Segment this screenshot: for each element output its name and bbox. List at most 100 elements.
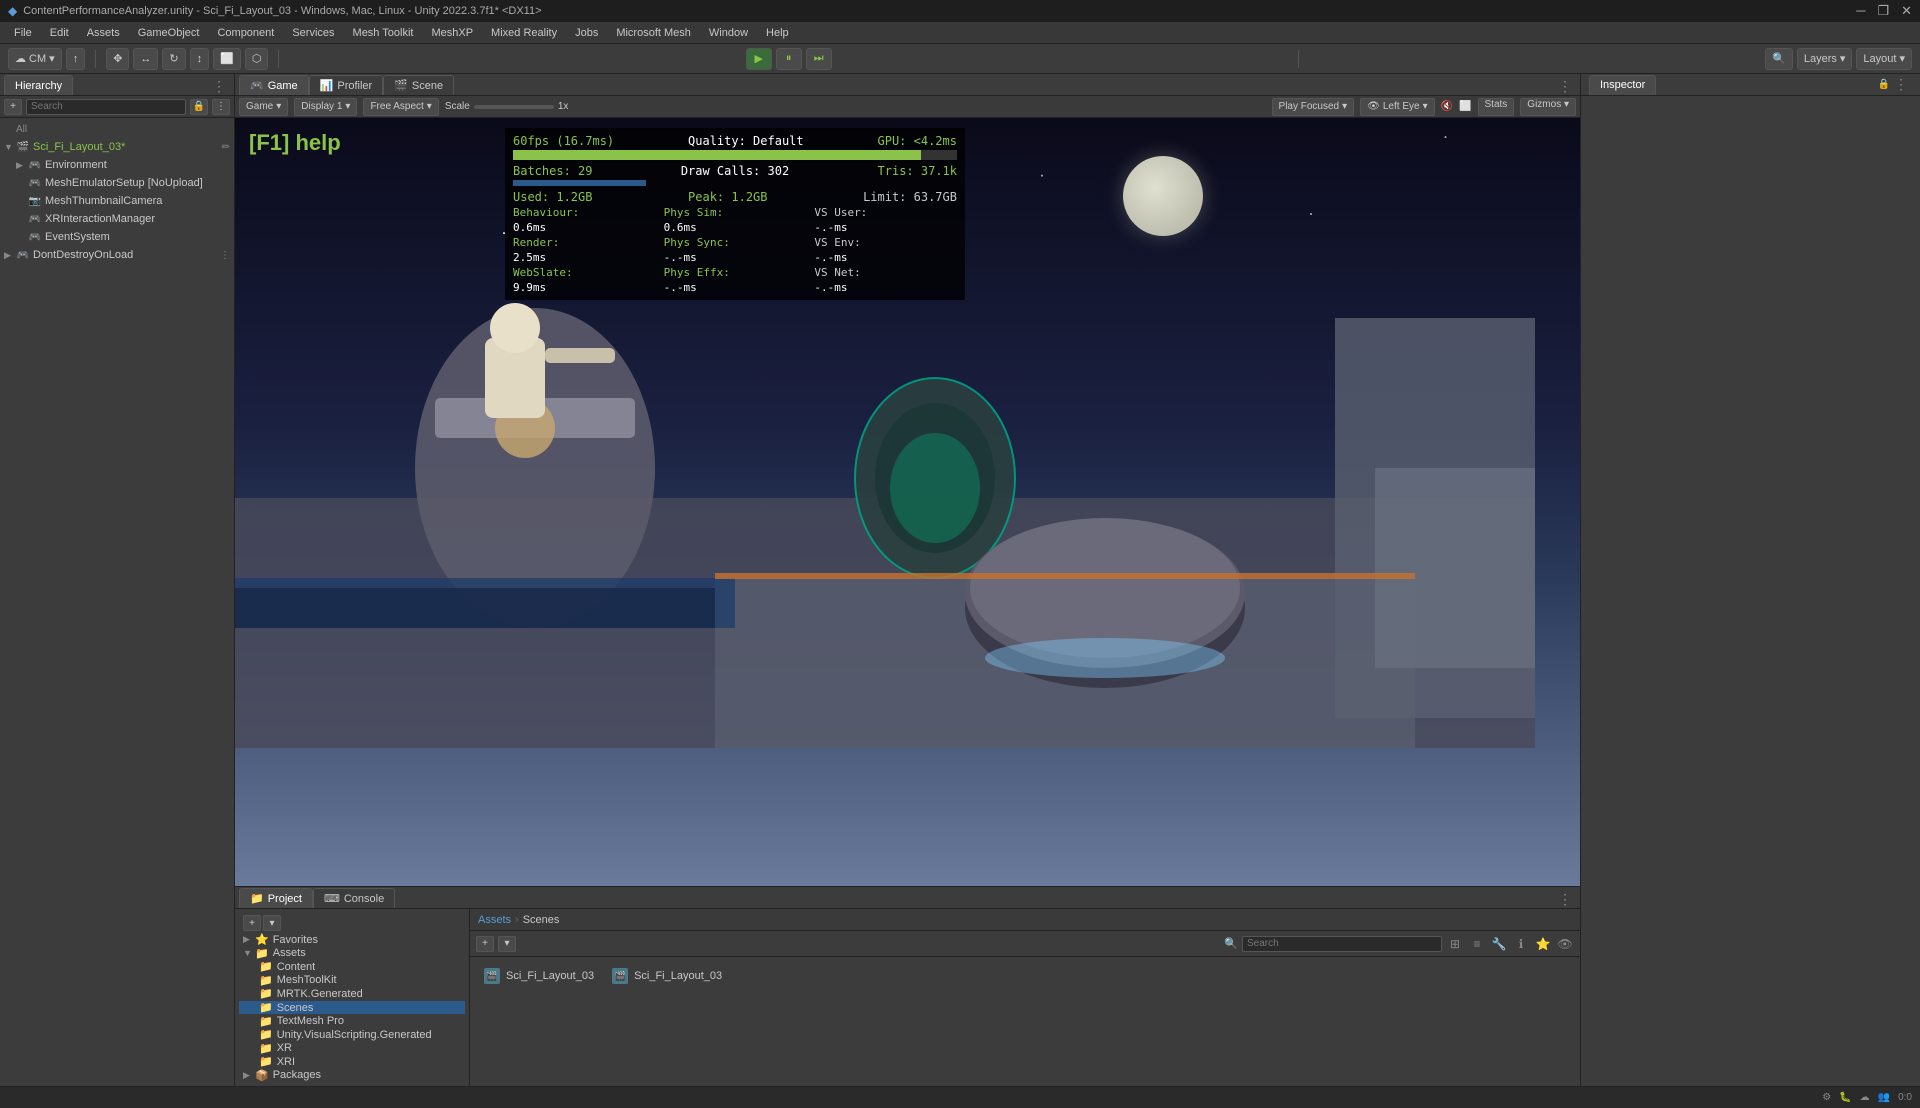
menu-mesh-toolkit[interactable]: Mesh Toolkit (345, 25, 422, 41)
menu-services[interactable]: Services (284, 25, 342, 41)
inspector-more-btn[interactable]: ⋮ (1890, 76, 1912, 93)
folder-mrtk[interactable]: 📁 MRTK.Generated (239, 987, 465, 1001)
asset-item-2[interactable]: 🎬 Sci_Fi_Layout_03 (606, 965, 728, 987)
close-button[interactable]: ✕ (1901, 3, 1912, 19)
tab-inspector[interactable]: Inspector (1589, 75, 1656, 95)
tab-scene[interactable]: 🎬 Scene (383, 75, 454, 95)
menu-meshxp[interactable]: MeshXP (423, 25, 481, 41)
asset-icon-btn-4[interactable]: ℹ (1512, 935, 1530, 953)
menu-gameobject[interactable]: GameObject (130, 25, 208, 41)
menu-jobs[interactable]: Jobs (567, 25, 606, 41)
tree-item-dontdestroy[interactable]: ▶ 🎮 DontDestroyOnLoad ⋮ (0, 246, 234, 264)
folder-packages[interactable]: ▶ 📦 Packages (239, 1068, 465, 1082)
collab-btn[interactable]: ↑ (66, 48, 86, 70)
stats-batches: Batches: 29 (513, 164, 592, 178)
tab-project[interactable]: 📁 Project (239, 888, 313, 908)
move-tool[interactable]: ↔ (133, 48, 158, 70)
rotate-tool[interactable]: ↻ (162, 48, 185, 70)
tab-profiler[interactable]: 📊 Profiler (309, 75, 384, 95)
menu-help[interactable]: Help (758, 25, 797, 41)
asset-options-btn[interactable]: ▾ (498, 936, 516, 952)
folder-xri[interactable]: 📁 XRI (239, 1055, 465, 1069)
asset-item-1[interactable]: 🎬 Sci_Fi_Layout_03 (478, 965, 600, 987)
minimize-button[interactable]: ─ (1856, 3, 1865, 19)
folder-scenes[interactable]: 📁 Scenes (239, 1001, 465, 1015)
asset-search[interactable] (1242, 936, 1442, 952)
stats-tris: Tris: 37.1k (878, 164, 957, 178)
folder-assets[interactable]: ▼ 📁 Assets (239, 947, 465, 961)
folder-textmesh[interactable]: 📁 TextMesh Pro (239, 1014, 465, 1028)
tree-item-all[interactable]: All (0, 120, 234, 138)
left-eye-dropdown[interactable]: 👁 Left Eye ▾ (1360, 98, 1434, 116)
menu-window[interactable]: Window (701, 25, 756, 41)
scene-pencil-icon: ✏ (222, 142, 230, 153)
menu-mixed-reality[interactable]: Mixed Reality (483, 25, 565, 41)
maximize-button[interactable]: ❐ (1877, 3, 1889, 19)
tree-item-scene[interactable]: ▼ 🎬 Sci_Fi_Layout_03* ✏ (0, 138, 234, 156)
aspect-dropdown[interactable]: Free Aspect ▾ (363, 98, 438, 116)
layout-dropdown[interactable]: Layout ▾ (1856, 48, 1912, 70)
rect-tool[interactable]: ⬜ (213, 48, 241, 70)
asset-icon-btn-6[interactable]: 👁 (1556, 935, 1574, 953)
folder-meshtoolkit[interactable]: 📁 MeshToolKit (239, 974, 465, 988)
scale-tool[interactable]: ↕ (190, 48, 210, 70)
vs-env-val: -.-ms (814, 251, 957, 264)
tree-item-environment[interactable]: ▶ 🎮 Environment (0, 156, 234, 174)
stats-button[interactable]: Stats (1478, 98, 1515, 116)
menu-component[interactable]: Component (209, 25, 282, 41)
folder-xr[interactable]: 📁 XR (239, 1041, 465, 1055)
hierarchy-add-btn[interactable]: + (4, 99, 22, 115)
asset-icon-btn-2[interactable]: ≡ (1468, 935, 1486, 953)
asset-icon-btn-1[interactable]: ⊞ (1446, 935, 1464, 953)
play-focused-dropdown[interactable]: Play Focused ▾ (1272, 98, 1355, 116)
search-icon: 🔍 (1224, 937, 1238, 950)
hierarchy-menu-btn[interactable]: ⋮ (208, 78, 230, 95)
tab-hierarchy[interactable]: Hierarchy (4, 75, 73, 95)
status-icon-bug[interactable]: 🐛 (1839, 1092, 1851, 1103)
project-options-btn[interactable]: ▾ (263, 915, 281, 931)
stats-bar-fill (513, 150, 921, 160)
tree-item-xr[interactable]: 🎮 XRInteractionManager (0, 210, 234, 228)
hierarchy-lock-btn[interactable]: 🔒 (190, 99, 208, 115)
hand-tool[interactable]: ✥ (106, 48, 129, 70)
step-button[interactable]: ⏭ (806, 48, 832, 70)
project-add-btn[interactable]: + (243, 915, 261, 931)
hierarchy-search[interactable] (26, 99, 186, 115)
tree-item-camera[interactable]: 📷 MeshThumbnailCamera (0, 192, 234, 210)
pause-button[interactable]: ⏸ (776, 48, 802, 70)
search-button[interactable]: 🔍 (1765, 48, 1793, 70)
scale-slider[interactable] (474, 105, 554, 109)
menu-assets[interactable]: Assets (79, 25, 128, 41)
status-icon-collab[interactable]: 👥 (1878, 1092, 1890, 1103)
breadcrumb-assets[interactable]: Assets (478, 914, 511, 926)
account-dropdown[interactable]: ☁ CM ▾ (8, 48, 62, 70)
bottom-more-btn[interactable]: ⋮ (1554, 891, 1576, 908)
tab-game[interactable]: 🎮 Game (239, 75, 309, 95)
folder-visualscripting[interactable]: 📁 Unity.VisualScripting.Generated (239, 1028, 465, 1042)
stats-fps-row: 60fps (16.7ms) Quality: Default GPU: <4.… (513, 134, 957, 148)
game-viewport[interactable]: [F1] help 60fps (16.7ms) Quality: Defaul… (235, 118, 1580, 886)
inspector-lock-btn[interactable]: 🔒 (1878, 79, 1890, 90)
hierarchy-more-btn[interactable]: ⋮ (212, 99, 230, 115)
status-icon-build[interactable]: ☁ (1860, 1092, 1870, 1103)
layers-dropdown[interactable]: Layers ▾ (1797, 48, 1853, 70)
menu-microsoft-mesh[interactable]: Microsoft Mesh (608, 25, 699, 41)
status-icon-settings[interactable]: ⚙ (1822, 1092, 1831, 1103)
xri-label: XRI (277, 1056, 295, 1068)
tree-item-eventsystem[interactable]: 🎮 EventSystem (0, 228, 234, 246)
menu-edit[interactable]: Edit (42, 25, 77, 41)
asset-icon-btn-5[interactable]: ⭐ (1534, 935, 1552, 953)
game-dropdown[interactable]: Game ▾ (239, 98, 288, 116)
tree-item-mesh-emulator[interactable]: 🎮 MeshEmulatorSetup [NoUpload] (0, 174, 234, 192)
transform-tool[interactable]: ⬡ (245, 48, 269, 70)
display-dropdown[interactable]: Display 1 ▾ (294, 98, 357, 116)
folder-content[interactable]: 📁 Content (239, 960, 465, 974)
tab-console[interactable]: ⌨ Console (313, 888, 395, 908)
gameview-more-btn[interactable]: ⋮ (1554, 78, 1576, 95)
menu-file[interactable]: File (6, 25, 40, 41)
asset-icon-btn-3[interactable]: 🔧 (1490, 935, 1508, 953)
gizmos-button[interactable]: Gizmos ▾ (1520, 98, 1576, 116)
folder-favorites[interactable]: ▶ ⭐ Favorites (239, 933, 465, 947)
play-button[interactable]: ▶ (746, 48, 772, 70)
asset-add-btn[interactable]: + (476, 936, 494, 952)
